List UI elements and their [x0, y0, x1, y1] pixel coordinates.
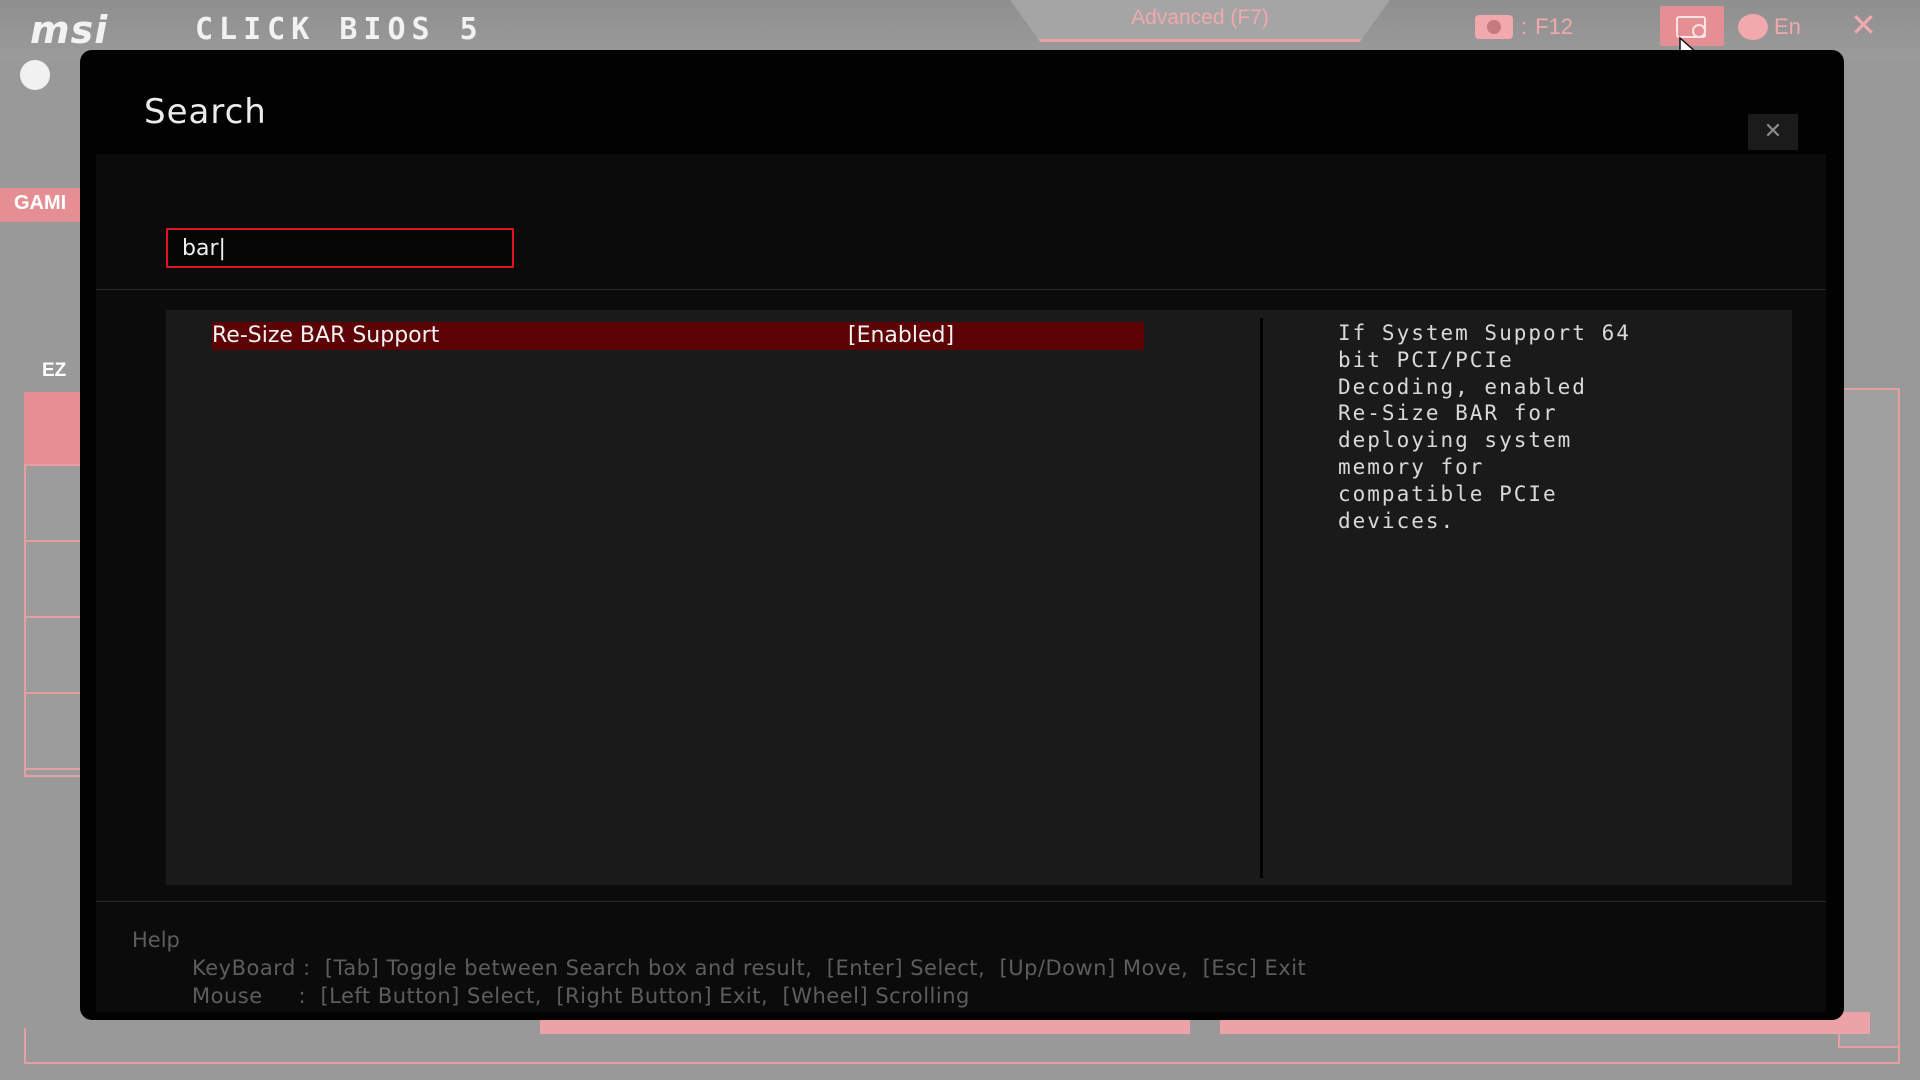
search-bar-area [96, 154, 1826, 290]
dialog-close-button[interactable]: ✕ [1748, 114, 1798, 150]
search-dialog: Search ✕ Re-Size BAR Support [Enabled] I… [80, 50, 1844, 1020]
help-keyboard-line: KeyBoard : [Tab] Toggle between Search b… [192, 956, 1307, 980]
help-mouse-line: Mouse : [Left Button] Select, [Right But… [192, 984, 970, 1008]
help-heading: Help [132, 928, 180, 952]
language-label: En [1774, 14, 1801, 39]
language-button[interactable]: En [1738, 12, 1801, 42]
clock-icon [20, 60, 50, 90]
camera-icon [1475, 15, 1513, 39]
rail-item-fan[interactable] [24, 620, 84, 694]
result-row[interactable]: Re-Size BAR Support [Enabled] [212, 322, 1144, 350]
rail-item-help[interactable] [24, 696, 84, 770]
help-section: Help KeyBoard : [Tab] Toggle between Sea… [96, 902, 1826, 1012]
brand-logo: msi [30, 8, 109, 52]
item-description: If System Support 64 bit PCI/PCIe Decodi… [1338, 321, 1631, 533]
rail-item-cpu[interactable] [24, 392, 84, 466]
rail-item-memory[interactable] [24, 468, 84, 542]
results-panel: Re-Size BAR Support [Enabled] If System … [166, 310, 1792, 885]
search-input[interactable] [166, 228, 514, 268]
advanced-mode-label[interactable]: Advanced (F7) [1010, 6, 1390, 30]
search-icon [1676, 16, 1706, 38]
close-icon[interactable]: ✕ [1850, 6, 1877, 44]
screenshot-button[interactable]: : F12 [1475, 12, 1573, 42]
globe-icon [1738, 14, 1768, 40]
screenshot-key: F12 [1535, 14, 1574, 39]
screenshot-key-label: : [1521, 14, 1528, 39]
right-panel-frame [1838, 388, 1900, 1048]
rail-item-storage[interactable] [24, 544, 84, 618]
dialog-title: Search [144, 92, 267, 132]
results-area: Re-Size BAR Support [Enabled] If System … [96, 290, 1826, 902]
result-name: Re-Size BAR Support [212, 323, 440, 348]
product-name: CLICK BIOS 5 [195, 12, 484, 47]
result-value: [Enabled] [848, 323, 955, 348]
panel-divider [1260, 318, 1263, 878]
ez-mode-label: EZ [42, 360, 67, 381]
game-boost-label: GAMI [14, 192, 67, 214]
